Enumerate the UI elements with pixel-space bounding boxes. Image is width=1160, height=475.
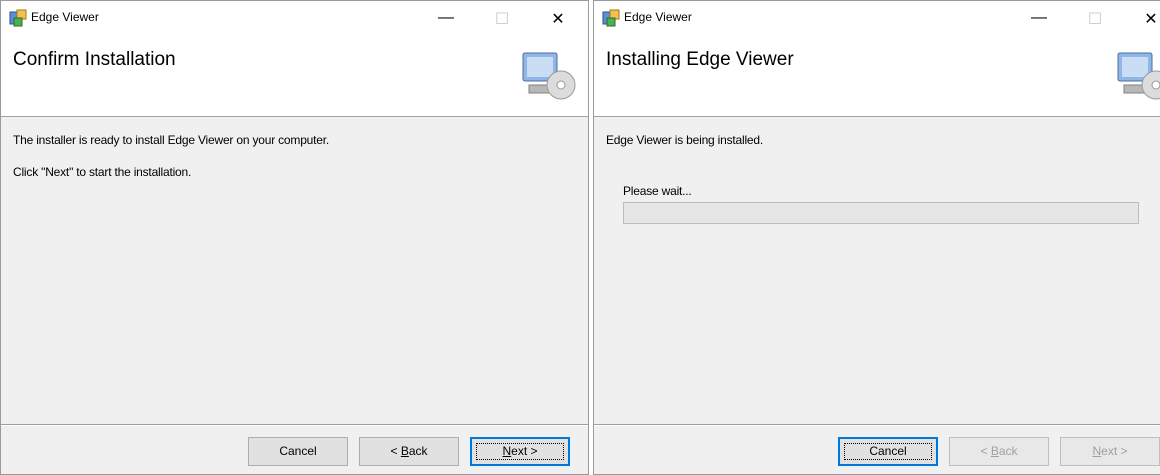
- install-progress-bar: [623, 202, 1139, 224]
- page-title: Confirm Installation: [13, 49, 176, 70]
- close-button[interactable]: ✕: [535, 1, 581, 34]
- window-title: Edge Viewer: [624, 10, 692, 24]
- maximize-button: ☐: [479, 1, 525, 34]
- header-banner: Installing Edge Viewer: [594, 34, 1160, 117]
- close-icon: ✕: [551, 11, 565, 28]
- minimize-icon: —: [1031, 9, 1047, 26]
- installer-app-icon: [9, 9, 27, 27]
- installer-window-confirm: Edge Viewer — ☐ ✕ Confirm Installation T…: [0, 0, 589, 475]
- status-message: Edge Viewer is being installed.: [606, 133, 764, 147]
- cancel-button[interactable]: Cancel: [248, 437, 348, 466]
- footer-divider: [1, 424, 588, 426]
- maximize-icon: ☐: [494, 11, 510, 28]
- instruction-message: Click "Next" to start the installation.: [13, 165, 192, 179]
- minimize-button[interactable]: —: [423, 1, 469, 34]
- back-button: < Back: [949, 437, 1049, 466]
- minimize-icon: —: [438, 9, 454, 26]
- ready-message: The installer is ready to install Edge V…: [13, 133, 330, 147]
- back-button[interactable]: < Back: [359, 437, 459, 466]
- next-button: Next >: [1060, 437, 1160, 466]
- page-title: Installing Edge Viewer: [606, 49, 794, 70]
- cancel-button[interactable]: Cancel: [838, 437, 938, 466]
- installer-app-icon: [602, 9, 620, 27]
- title-bar[interactable]: Edge Viewer — ☐ ✕: [594, 1, 1160, 34]
- installer-window-installing: Edge Viewer — ☐ ✕ Installing Edge Viewer…: [593, 0, 1160, 475]
- minimize-button[interactable]: —: [1016, 1, 1062, 34]
- next-button[interactable]: Next >: [470, 437, 570, 466]
- maximize-button: ☐: [1072, 1, 1118, 34]
- computer-cd-icon: [522, 52, 576, 100]
- window-title: Edge Viewer: [31, 10, 99, 24]
- header-banner: Confirm Installation: [1, 34, 588, 117]
- close-icon: ✕: [1144, 11, 1158, 28]
- close-button[interactable]: ✕: [1128, 1, 1160, 34]
- computer-cd-icon: [1117, 52, 1160, 100]
- maximize-icon: ☐: [1087, 11, 1103, 28]
- title-bar[interactable]: Edge Viewer — ☐ ✕: [1, 1, 588, 34]
- wait-label: Please wait...: [623, 184, 692, 198]
- footer-divider: [594, 424, 1160, 426]
